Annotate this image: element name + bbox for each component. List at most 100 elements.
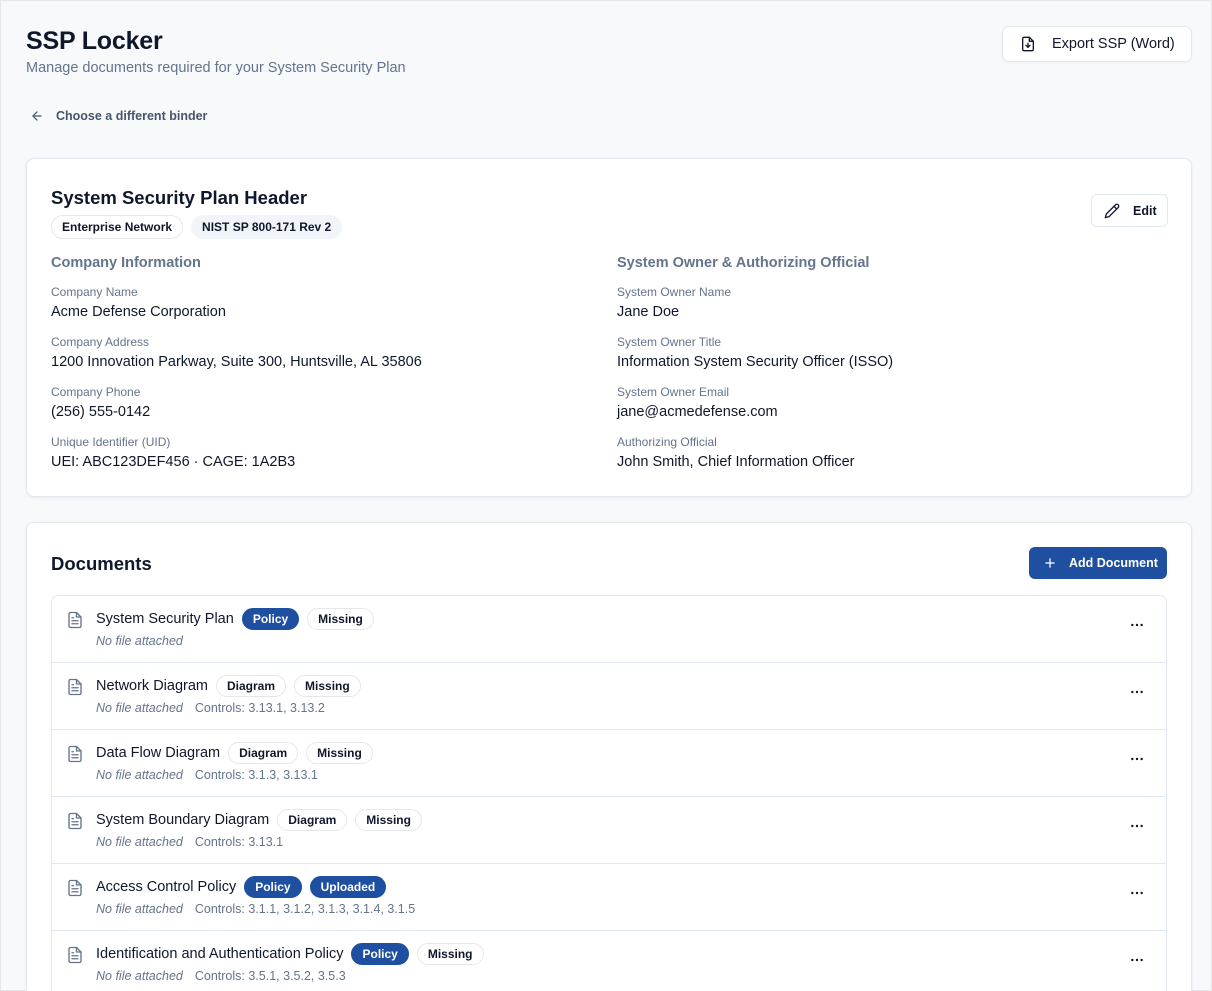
document-controls: Controls: 3.1.3, 3.13.1 bbox=[194, 768, 318, 782]
file-text-icon bbox=[68, 946, 82, 964]
more-horizontal-icon bbox=[1131, 757, 1143, 761]
document-row[interactable]: Network Diagram Diagram Missing No file … bbox=[52, 663, 1166, 730]
field-label: Company Phone bbox=[51, 385, 141, 399]
more-actions-button[interactable] bbox=[1128, 750, 1146, 768]
company-address-field: Company Address 1200 Innovation Parkway,… bbox=[51, 335, 422, 385]
document-name: System Security Plan bbox=[96, 611, 234, 627]
more-horizontal-icon bbox=[1131, 690, 1143, 694]
document-row[interactable]: Data Flow Diagram Diagram Missing No fil… bbox=[52, 730, 1166, 797]
company-name-field: Company Name Acme Defense Corporation bbox=[51, 285, 422, 335]
file-status: No file attached bbox=[96, 701, 183, 715]
more-actions-button[interactable] bbox=[1128, 884, 1146, 902]
field-value: (256) 555-0142 bbox=[51, 404, 151, 420]
document-meta: No file attached Controls: 3.1.1, 3.1.2,… bbox=[96, 902, 415, 916]
document-name-line: System Boundary Diagram Diagram Missing bbox=[96, 809, 422, 831]
more-horizontal-icon bbox=[1131, 623, 1143, 627]
export-ssp-button[interactable]: Export SSP (Word) bbox=[1002, 26, 1192, 62]
file-text-icon bbox=[68, 879, 82, 897]
edit-header-button[interactable]: Edit bbox=[1091, 194, 1168, 227]
more-horizontal-icon bbox=[1131, 891, 1143, 895]
field-label: System Owner Email bbox=[617, 385, 730, 399]
document-type-badge: Policy bbox=[241, 608, 300, 630]
tag-framework: NIST SP 800-171 Rev 2 bbox=[191, 215, 343, 239]
file-text-icon bbox=[68, 745, 82, 763]
header-tags: Enterprise Network NIST SP 800-171 Rev 2 bbox=[51, 215, 343, 239]
document-name: Network Diagram bbox=[96, 678, 208, 694]
document-name-line: Identification and Authentication Policy… bbox=[96, 943, 484, 965]
add-document-button[interactable]: Add Document bbox=[1029, 547, 1167, 579]
document-name-line: System Security Plan Policy Missing bbox=[96, 608, 374, 630]
document-name-line: Network Diagram Diagram Missing bbox=[96, 675, 361, 697]
file-text-icon bbox=[68, 812, 82, 830]
edit-label: Edit bbox=[1133, 203, 1157, 218]
ssp-header-title: System Security Plan Header bbox=[51, 187, 308, 208]
document-meta: No file attached Controls: 3.1.3, 3.13.1 bbox=[96, 768, 318, 782]
document-row[interactable]: System Boundary Diagram Diagram Missing … bbox=[52, 797, 1166, 864]
ssp-header-card: System Security Plan Header Enterprise N… bbox=[26, 158, 1192, 497]
file-text-icon bbox=[68, 611, 82, 629]
documents-title: Documents bbox=[51, 553, 152, 574]
field-value: Acme Defense Corporation bbox=[51, 304, 226, 320]
document-status-badge: Missing bbox=[307, 608, 374, 630]
field-label: Authorizing Official bbox=[617, 435, 717, 449]
document-status-badge: Missing bbox=[355, 809, 422, 831]
document-name: Identification and Authentication Policy bbox=[96, 946, 344, 962]
field-label: System Owner Title bbox=[617, 335, 722, 349]
field-value: UEI: ABC123DEF456 · CAGE: 1A2B3 bbox=[51, 454, 296, 470]
document-controls: Controls: 3.5.1, 3.5.2, 3.5.3 bbox=[194, 969, 346, 983]
document-controls: Controls: 3.1.1, 3.1.2, 3.1.3, 3.1.4, 3.… bbox=[194, 902, 416, 916]
field-value: John Smith, Chief Information Officer bbox=[617, 454, 855, 470]
document-name: Data Flow Diagram bbox=[96, 745, 221, 761]
document-type-badge: Diagram bbox=[277, 809, 348, 831]
file-status: No file attached bbox=[96, 634, 183, 648]
file-download-icon bbox=[1022, 36, 1034, 52]
document-type-badge: Diagram bbox=[228, 742, 299, 764]
document-meta: No file attached bbox=[96, 634, 183, 648]
back-link-label: Choose a different binder bbox=[56, 109, 208, 123]
document-meta: No file attached Controls: 3.13.1 bbox=[96, 835, 283, 849]
field-label: Company Name bbox=[51, 285, 138, 299]
owner-title-field: System Owner Title Information System Se… bbox=[617, 335, 893, 385]
field-label: Company Address bbox=[51, 335, 150, 349]
field-label: Unique Identifier (UID) bbox=[51, 435, 171, 449]
more-horizontal-icon bbox=[1131, 824, 1143, 828]
file-status: No file attached bbox=[96, 835, 183, 849]
company-uid-field: Unique Identifier (UID) UEI: ABC123DEF45… bbox=[51, 435, 422, 485]
file-status: No file attached bbox=[96, 969, 183, 983]
document-status-badge: Missing bbox=[294, 675, 361, 697]
more-actions-button[interactable] bbox=[1128, 616, 1146, 634]
add-document-label: Add Document bbox=[1069, 556, 1158, 570]
more-horizontal-icon bbox=[1131, 958, 1143, 962]
owner-info-heading: System Owner & Authorizing Official bbox=[617, 255, 870, 271]
more-actions-button[interactable] bbox=[1128, 951, 1146, 969]
field-value: Jane Doe bbox=[617, 304, 680, 320]
owner-name-field: System Owner Name Jane Doe bbox=[617, 285, 893, 335]
owner-info-section: System Owner & Authorizing Official Syst… bbox=[617, 255, 893, 485]
document-name-line: Data Flow Diagram Diagram Missing bbox=[96, 742, 373, 764]
export-ssp-label: Export SSP (Word) bbox=[1052, 36, 1175, 52]
document-row[interactable]: Access Control Policy Policy Uploaded No… bbox=[52, 864, 1166, 931]
document-list: System Security Plan Policy Missing No f… bbox=[51, 595, 1167, 991]
file-status: No file attached bbox=[96, 768, 183, 782]
document-status-badge: Missing bbox=[416, 943, 484, 965]
document-type-badge: Policy bbox=[244, 876, 302, 898]
field-value: jane@acmedefense.com bbox=[617, 404, 778, 420]
document-name: Access Control Policy bbox=[96, 879, 237, 895]
company-phone-field: Company Phone (256) 555-0142 bbox=[51, 385, 422, 435]
more-actions-button[interactable] bbox=[1128, 683, 1146, 701]
tag-system: Enterprise Network bbox=[51, 215, 184, 239]
document-name: System Boundary Diagram bbox=[96, 812, 270, 828]
plus-icon bbox=[1045, 558, 1055, 568]
back-link[interactable]: Choose a different binder bbox=[30, 109, 207, 123]
document-controls: Controls: 3.13.1 bbox=[194, 835, 284, 849]
document-type-badge: Policy bbox=[351, 943, 409, 965]
document-row[interactable]: System Security Plan Policy Missing No f… bbox=[52, 596, 1166, 663]
document-status-badge: Missing bbox=[306, 742, 373, 764]
document-row[interactable]: Identification and Authentication Policy… bbox=[52, 931, 1166, 991]
document-meta: No file attached Controls: 3.13.1, 3.13.… bbox=[96, 701, 325, 715]
more-actions-button[interactable] bbox=[1128, 817, 1146, 835]
document-type-badge: Diagram bbox=[216, 675, 287, 697]
page-subtitle: Manage documents required for your Syste… bbox=[26, 60, 406, 76]
company-info-section: Company Information Company Name Acme De… bbox=[51, 255, 422, 485]
authorizing-official-field: Authorizing Official John Smith, Chief I… bbox=[617, 435, 893, 485]
